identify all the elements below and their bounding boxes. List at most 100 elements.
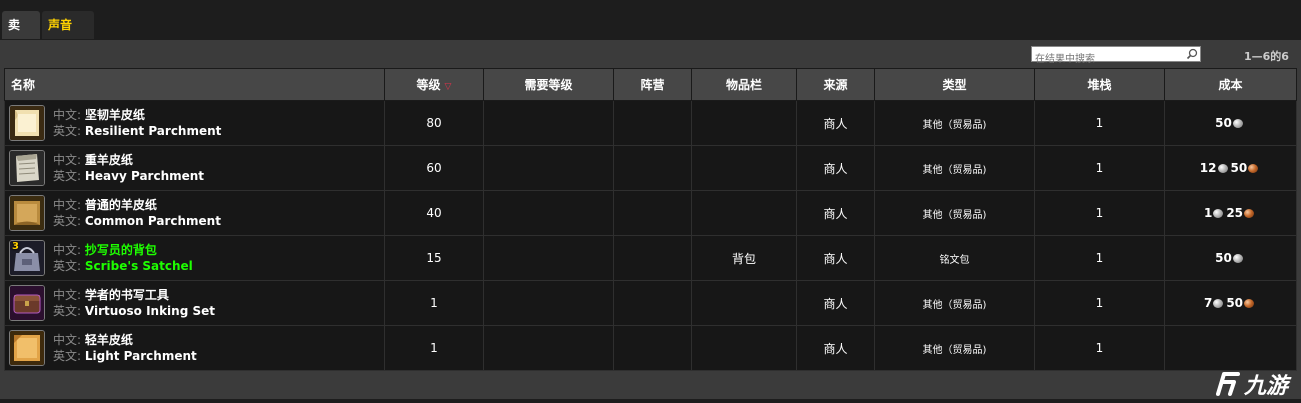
copper-coin-icon [1244, 299, 1255, 308]
search-icon[interactable] [1186, 48, 1198, 60]
copper-coin-icon [1248, 164, 1259, 173]
item-link-en[interactable]: Scribe's Satchel [85, 259, 193, 273]
item-link-cn[interactable]: 重羊皮纸 [85, 153, 133, 167]
silver-coin-icon [1217, 164, 1228, 173]
item-link-cn[interactable]: 抄写员的背包 [85, 243, 157, 257]
item-link-cn[interactable]: 学者的书写工具 [85, 288, 169, 302]
table-row[interactable]: 中文: 学者的书写工具 英文: Virtuoso Inking Set 1 商人… [4, 280, 1297, 326]
slot-cell [691, 190, 797, 236]
parchment-icon[interactable] [9, 105, 45, 141]
cost-silver: 7 [1203, 296, 1213, 310]
faction-cell [613, 280, 692, 326]
label-chinese: 中文: [53, 288, 82, 302]
label-chinese: 中文: [53, 243, 82, 257]
table-row[interactable]: 中文: 坚韧羊皮纸 英文: Resilient Parchment 80 商人 … [4, 100, 1297, 146]
label-english: 英文: [53, 124, 82, 138]
stack-cell: 1 [1034, 100, 1165, 146]
source-cell[interactable]: 商人 [796, 145, 875, 191]
cost-cell: 50 [1164, 100, 1297, 146]
item-name-cell: 中文: 重羊皮纸 英文: Heavy Parchment [4, 145, 385, 191]
item-link-cn[interactable]: 普通的羊皮纸 [85, 198, 157, 212]
ninegame-logo-icon [1216, 372, 1240, 396]
item-link-en[interactable]: Common Parchment [85, 214, 221, 228]
column-header-required-level[interactable]: 需要等级 [483, 68, 614, 101]
search-input[interactable] [1032, 52, 1185, 67]
item-name-cell: 中文: 坚韧羊皮纸 英文: Resilient Parchment [4, 100, 385, 146]
level-cell: 1 [384, 325, 484, 371]
stack-cell: 1 [1034, 235, 1165, 281]
source-cell[interactable]: 商人 [796, 235, 875, 281]
slot-cell [691, 145, 797, 191]
slot-cell: 背包 [691, 235, 797, 281]
column-header-level[interactable]: 等级 ▽ [384, 68, 484, 101]
type-cell[interactable]: 铭文包 [874, 235, 1035, 281]
item-names: 中文: 轻羊皮纸 英文: Light Parchment [53, 332, 197, 364]
source-cell[interactable]: 商人 [796, 100, 875, 146]
sort-descending-icon: ▽ [444, 82, 452, 92]
parchment-icon[interactable] [9, 150, 45, 186]
source-cell[interactable]: 商人 [796, 280, 875, 326]
slot-cell [691, 100, 797, 146]
label-english: 英文: [53, 304, 82, 318]
label-chinese: 中文: [53, 333, 82, 347]
item-name-cell: 3 中文: 抄写员的背包 英文: Scribe's Satchel [4, 235, 385, 281]
type-cell[interactable]: 其他（贸易品) [874, 280, 1035, 326]
column-header-level-label: 等级 [416, 78, 441, 92]
table-row[interactable]: 3 中文: 抄写员的背包 英文: Scribe's Satchel 15 背包 … [4, 235, 1297, 281]
item-names: 中文: 抄写员的背包 英文: Scribe's Satchel [53, 242, 193, 274]
type-cell[interactable]: 其他（贸易品) [874, 325, 1035, 371]
level-cell: 15 [384, 235, 484, 281]
tab-bar: 卖(6) 声音(7) [0, 0, 1301, 60]
type-cell[interactable]: 其他（贸易品) [874, 100, 1035, 146]
level-cell: 40 [384, 190, 484, 236]
table-row[interactable]: 中文: 重羊皮纸 英文: Heavy Parchment 60 商人 其他（贸易… [4, 145, 1297, 191]
silver-coin-icon [1232, 254, 1243, 263]
results-panel: 1—6的6 名称 等级▽ 需要等级 阵营 物品栏 来源 类型 堆栈 成本 [0, 40, 1301, 399]
level-cell: 1 [384, 280, 484, 326]
table-row[interactable]: 中文: 普通的羊皮纸 英文: Common Parchment 40 商人 其他… [4, 190, 1297, 236]
copper-coin-icon [1244, 209, 1255, 218]
cost-silver: 50 [1215, 251, 1232, 265]
watermark-text: 九游 [1244, 374, 1289, 399]
results-toolbar: 1—6的6 [0, 40, 1301, 68]
item-names: 中文: 学者的书写工具 英文: Virtuoso Inking Set [53, 287, 215, 319]
column-header-type[interactable]: 类型 [874, 68, 1035, 101]
tab-sell[interactable]: 卖(6) [2, 11, 40, 60]
parchment-icon[interactable] [9, 330, 45, 366]
column-header-name[interactable]: 名称 [4, 68, 385, 101]
column-header-source[interactable]: 来源 [796, 68, 875, 101]
type-cell[interactable]: 其他（贸易品) [874, 190, 1035, 236]
type-cell[interactable]: 其他（贸易品) [874, 145, 1035, 191]
column-header-stack[interactable]: 堆栈 [1034, 68, 1165, 101]
item-link-cn[interactable]: 坚韧羊皮纸 [85, 108, 145, 122]
required-level-cell [483, 145, 614, 191]
slot-cell [691, 280, 797, 326]
item-names: 中文: 坚韧羊皮纸 英文: Resilient Parchment [53, 107, 221, 139]
source-cell[interactable]: 商人 [796, 325, 875, 371]
satchel-icon[interactable]: 3 [9, 240, 45, 276]
silver-coin-icon [1213, 299, 1224, 308]
item-link-cn[interactable]: 轻羊皮纸 [85, 333, 133, 347]
label-chinese: 中文: [53, 108, 82, 122]
tab-sound[interactable]: 声音(7) [42, 11, 94, 60]
item-link-en[interactable]: Light Parchment [85, 349, 197, 363]
column-header-slot[interactable]: 物品栏 [691, 68, 797, 101]
item-link-en[interactable]: Heavy Parchment [85, 169, 204, 183]
item-link-en[interactable]: Resilient Parchment [85, 124, 222, 138]
items-table: 名称 等级 ▽ 需要等级 阵营 物品栏 来源 类型 堆栈 成本 中文: 坚韧羊皮… [4, 68, 1297, 371]
cost-copper: 50 [1230, 161, 1248, 175]
item-link-en[interactable]: Virtuoso Inking Set [85, 304, 215, 318]
table-footer [0, 376, 1301, 399]
source-cell[interactable]: 商人 [796, 190, 875, 236]
stack-cell: 1 [1034, 190, 1165, 236]
table-row[interactable]: 中文: 轻羊皮纸 英文: Light Parchment 1 商人 其他（贸易品… [4, 325, 1297, 371]
cost-copper: 25 [1226, 206, 1244, 220]
parchment-icon[interactable] [9, 195, 45, 231]
faction-cell [613, 145, 692, 191]
column-header-faction[interactable]: 阵营 [613, 68, 692, 101]
inking-set-icon[interactable] [9, 285, 45, 321]
column-header-cost[interactable]: 成本 [1164, 68, 1297, 101]
label-english: 英文: [53, 169, 82, 183]
label-chinese: 中文: [53, 198, 82, 212]
level-cell: 60 [384, 145, 484, 191]
